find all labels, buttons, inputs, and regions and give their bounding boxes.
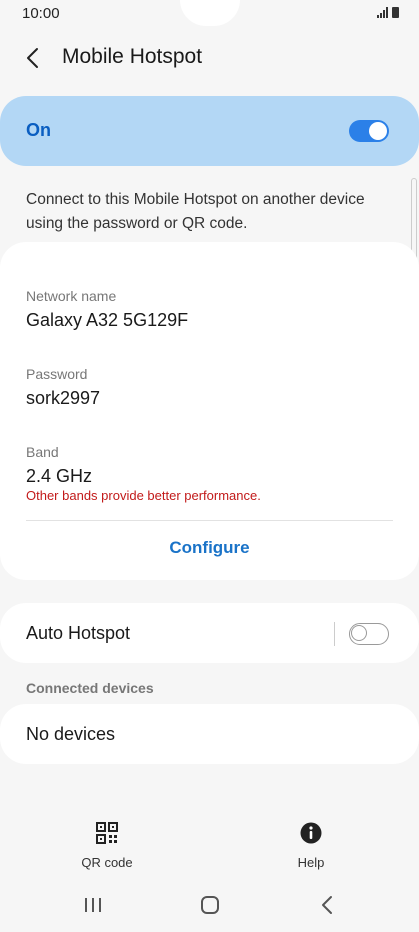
band-label: Band — [26, 444, 59, 460]
battery-icon — [392, 7, 399, 18]
bottom-action-bar: QR code Help — [0, 822, 419, 872]
band-warning: Other bands provide better performance. — [26, 488, 261, 503]
network-name-label: Network name — [26, 288, 117, 304]
auto-hotspot-label: Auto Hotspot — [26, 623, 131, 643]
band-value: 2.4 GHz — [26, 466, 93, 486]
qr-code-icon — [96, 822, 118, 844]
auto-hotspot-row[interactable]: Auto Hotspot — [0, 603, 419, 663]
recent-apps-button[interactable] — [73, 892, 113, 922]
system-nav-bar — [0, 892, 419, 922]
master-switch-label: On — [26, 120, 51, 140]
toggle-knob — [351, 625, 367, 641]
status-bar: 10:00 — [0, 0, 419, 30]
configure-button[interactable]: Configure — [0, 538, 419, 558]
status-icons — [377, 7, 399, 18]
no-devices-text: No devices — [26, 724, 116, 744]
back-button[interactable] — [22, 46, 46, 70]
separator — [334, 622, 335, 646]
signal-icon — [377, 7, 388, 18]
info-icon — [300, 822, 322, 844]
connected-devices-header: Connected devices — [26, 680, 154, 696]
hotspot-settings-card: Network name Galaxy A32 5G129F Password … — [0, 242, 419, 580]
auto-hotspot-toggle[interactable] — [349, 623, 389, 645]
chevron-left-icon — [27, 48, 38, 68]
qr-code-label: QR code — [81, 855, 133, 870]
page-title: Mobile Hotspot — [62, 45, 203, 68]
network-name-value: Galaxy A32 5G129F — [26, 310, 189, 330]
master-switch-row[interactable]: On — [0, 96, 419, 166]
hotspot-toggle[interactable] — [349, 120, 389, 142]
help-button[interactable]: Help — [266, 822, 356, 870]
toggle-knob — [369, 122, 387, 140]
nav-back-button[interactable] — [307, 892, 347, 922]
password-value: sork2997 — [26, 388, 101, 408]
app-header: Mobile Hotspot — [0, 36, 419, 80]
password-label: Password — [26, 366, 88, 382]
status-time: 10:00 — [22, 5, 60, 22]
connected-devices-card: No devices — [0, 704, 419, 764]
help-label: Help — [297, 855, 325, 870]
home-icon — [201, 896, 219, 914]
qr-code-button[interactable]: QR code — [62, 822, 152, 870]
divider — [26, 520, 393, 521]
hotspot-description: Connect to this Mobile Hotspot on anothe… — [26, 191, 365, 232]
back-arrow-icon — [322, 896, 332, 914]
camera-notch — [180, 0, 240, 26]
recent-apps-icon — [85, 898, 101, 912]
home-button[interactable] — [190, 892, 230, 922]
